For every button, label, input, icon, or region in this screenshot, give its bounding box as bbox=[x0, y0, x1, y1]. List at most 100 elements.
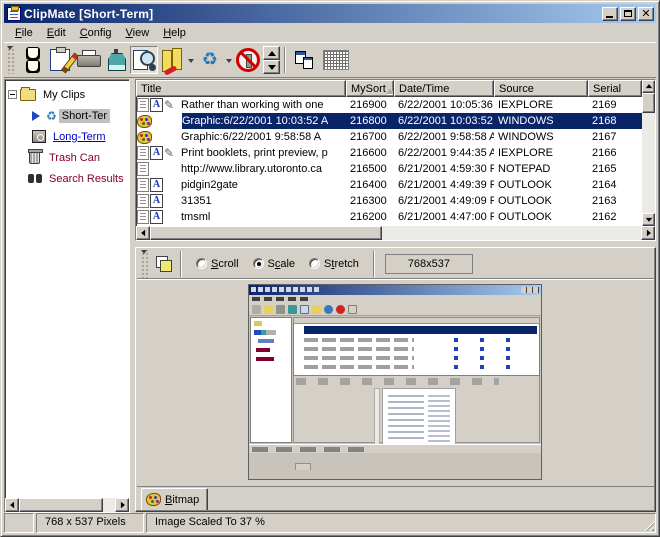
clip-title: pidgin2gate bbox=[181, 179, 238, 191]
scrollbar-thumb[interactable] bbox=[19, 498, 103, 512]
tree-item-search-results[interactable]: Search Results bbox=[8, 168, 129, 189]
down-arrow-icon bbox=[267, 64, 276, 74]
scroll-up-button[interactable] bbox=[642, 80, 655, 93]
clip-list: Title MySort Date/Time Source Serial A ✎ R… bbox=[135, 79, 656, 241]
scroll-right-button[interactable] bbox=[115, 498, 129, 512]
radio-stretch[interactable]: Stretch bbox=[309, 258, 359, 270]
list-vertical-scrollbar[interactable] bbox=[642, 80, 655, 226]
radio-scale[interactable]: Scale bbox=[252, 258, 295, 270]
table-row[interactable]: A ✎ Rather than working with one 216900 6/… bbox=[136, 97, 642, 113]
tab-label: Bitmap bbox=[165, 493, 200, 506]
clip-mysort: 216200 bbox=[350, 211, 387, 223]
recycle-button[interactable]: ♻ bbox=[196, 46, 224, 74]
thumbnail-body bbox=[249, 316, 541, 450]
menu-file[interactable]: File bbox=[8, 25, 40, 41]
scrollbar-track[interactable] bbox=[103, 498, 115, 512]
scroll-left-button[interactable] bbox=[5, 498, 19, 512]
clip-mysort: 216700 bbox=[350, 131, 387, 143]
resize-grip[interactable] bbox=[642, 519, 654, 531]
clip-mysort: 216900 bbox=[350, 99, 387, 111]
column-header-title[interactable]: Title bbox=[136, 80, 346, 97]
clip-source: WINDOWS bbox=[498, 115, 554, 127]
minimize-button[interactable] bbox=[602, 6, 618, 21]
clip-title: Graphic:6/22/2001 9:58:58 A bbox=[181, 131, 322, 143]
thumbnail-titlebar bbox=[249, 285, 541, 295]
clip-source: OUTLOOK bbox=[498, 211, 552, 223]
title-bar[interactable]: ClipMate [Short-Term] ✕ bbox=[4, 4, 656, 23]
clip-serial: 2167 bbox=[592, 131, 617, 143]
scrollbar-thumb[interactable] bbox=[150, 226, 382, 240]
spin-down-button[interactable] bbox=[263, 60, 280, 74]
richtext-format-icon: A bbox=[150, 194, 163, 208]
column-header-mysort[interactable]: MySort bbox=[346, 80, 394, 97]
menu-edit[interactable]: Edit bbox=[40, 25, 73, 41]
clip-mysort: 216300 bbox=[350, 195, 387, 207]
menu-help[interactable]: Help bbox=[156, 25, 193, 41]
edit-clip-button[interactable] bbox=[46, 46, 74, 74]
scroll-right-button[interactable] bbox=[641, 226, 655, 240]
window-layout-button[interactable] bbox=[290, 46, 318, 74]
text-format-icon bbox=[137, 146, 149, 160]
tab-bitmap[interactable]: Bitmap bbox=[141, 488, 209, 510]
exchange-dropdown[interactable] bbox=[186, 46, 196, 74]
grid-view-button[interactable] bbox=[318, 46, 354, 74]
table-row-selected[interactable]: Graphic:6/22/2001 10:03:52 A 216800 6/22… bbox=[136, 113, 642, 129]
table-row[interactable]: Apidgin2gate 216400 6/21/2001 4:49:39 P … bbox=[136, 177, 642, 193]
tree-horizontal-scrollbar[interactable] bbox=[5, 498, 129, 512]
table-row[interactable]: A ✎ Print booklets, print preview, p 21660… bbox=[136, 145, 642, 161]
maximize-button[interactable] bbox=[620, 6, 636, 21]
spin-up-button[interactable] bbox=[263, 46, 280, 60]
text-format-icon bbox=[137, 178, 149, 192]
scrollbar-track[interactable] bbox=[642, 113, 655, 213]
clip-datetime: 6/21/2001 4:49:39 P bbox=[398, 179, 494, 191]
print-button[interactable] bbox=[74, 46, 102, 74]
column-header-datetime[interactable]: Date/Time bbox=[394, 80, 494, 97]
clip-datetime: 6/22/2001 9:58:58 A bbox=[398, 131, 494, 143]
scroll-down-button[interactable] bbox=[642, 213, 655, 226]
exchange-button[interactable] bbox=[158, 46, 186, 76]
toolbar-grip[interactable] bbox=[6, 46, 15, 74]
scrollbar-track[interactable] bbox=[382, 226, 641, 240]
clip-serial: 2163 bbox=[592, 195, 617, 207]
copy-image-button[interactable] bbox=[152, 252, 176, 276]
preview-toolbar-grip[interactable] bbox=[140, 249, 149, 278]
column-header-serial[interactable]: Serial bbox=[588, 80, 642, 97]
recycle-dropdown[interactable] bbox=[224, 46, 234, 74]
clip-source: OUTLOOK bbox=[498, 195, 552, 207]
close-button[interactable]: ✕ bbox=[638, 6, 654, 21]
no-paste-button[interactable] bbox=[234, 46, 262, 74]
scroll-left-button[interactable] bbox=[136, 226, 150, 240]
menu-config[interactable]: Config bbox=[73, 25, 119, 41]
collapse-icon[interactable] bbox=[8, 90, 17, 99]
tree-item-trash-can[interactable]: Trash Can bbox=[8, 147, 129, 168]
clip-serial: 2169 bbox=[592, 99, 617, 111]
text-format-icon bbox=[137, 162, 149, 176]
tree-item-long-term[interactable]: Long-Term bbox=[8, 126, 129, 147]
phone-icon bbox=[163, 65, 178, 76]
main-toolbar: ♻ bbox=[4, 42, 656, 78]
tree-label: Search Results bbox=[49, 172, 124, 185]
tree-item-short-term[interactable]: ♻ Short-Ter bbox=[8, 105, 129, 126]
column-header-source[interactable]: Source bbox=[494, 80, 588, 97]
glue-pot-icon bbox=[108, 49, 124, 71]
preview-viewport bbox=[137, 280, 654, 487]
maximize-icon bbox=[624, 10, 632, 17]
scrollbar-thumb[interactable] bbox=[642, 93, 655, 113]
power-outlets-icon bbox=[25, 47, 40, 73]
palette-icon bbox=[146, 493, 161, 506]
table-row[interactable]: Atmsml 216200 6/21/2001 4:47:00 P OUTLOO… bbox=[136, 209, 642, 225]
table-row[interactable]: Graphic:6/22/2001 9:58:58 A 216700 6/22/… bbox=[136, 129, 642, 145]
radio-scroll[interactable]: Scroll bbox=[196, 258, 239, 270]
window-title: ClipMate [Short-Term] bbox=[24, 6, 154, 21]
safe-icon bbox=[32, 130, 46, 143]
recycle-icon: ♻ bbox=[46, 108, 57, 123]
list-horizontal-scrollbar[interactable] bbox=[136, 226, 655, 240]
table-row[interactable]: A 31351 216300 6/21/2001 4:49:09 P OUTLOO… bbox=[136, 193, 642, 209]
preview-toggle-button[interactable] bbox=[130, 46, 158, 74]
powerpaste-button[interactable] bbox=[18, 46, 46, 74]
thumbnail-selected-row bbox=[304, 326, 537, 334]
table-row[interactable]: http://www.library.utoronto.ca 216500 6/… bbox=[136, 161, 642, 177]
tree-item-my-clips[interactable]: My Clips bbox=[8, 84, 129, 105]
glue-button[interactable] bbox=[102, 46, 130, 74]
menu-view[interactable]: View bbox=[119, 25, 157, 41]
